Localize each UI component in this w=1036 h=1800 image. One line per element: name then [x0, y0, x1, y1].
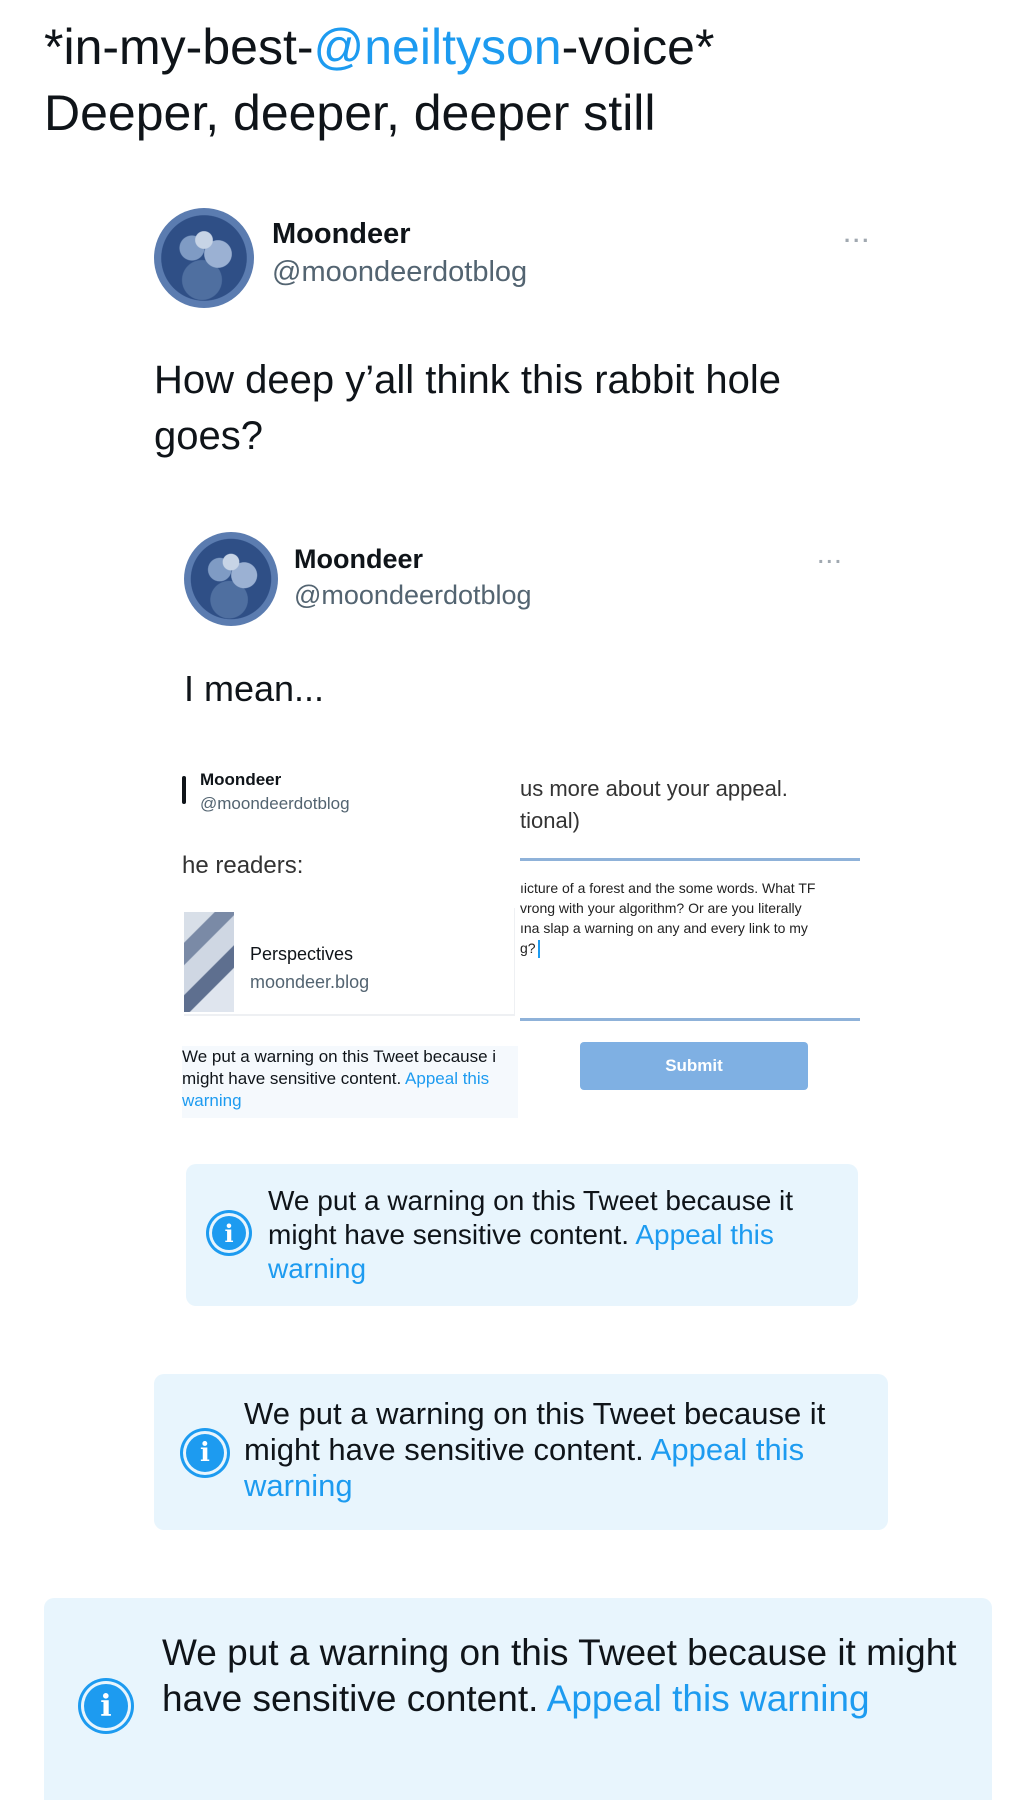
input-underline: [520, 858, 860, 861]
info-icon: i: [212, 1216, 246, 1250]
submit-button[interactable]: Submit: [580, 1042, 808, 1090]
tweet-author-name[interactable]: Moondeer: [272, 218, 411, 251]
appeal-prompt-line-1: us more about your appeal.: [520, 776, 788, 801]
card-domain: moondeer.blog: [250, 972, 370, 992]
tweet-text: How deep y’all think this rabbit hole go…: [154, 358, 782, 458]
readers-text: he readers:: [182, 852, 304, 879]
post-caption: *in-my-best-@neiltyson-voice* Deeper, de…: [44, 14, 1004, 146]
more-dots-icon[interactable]: ...: [818, 546, 844, 569]
appeal-prompt-line-2: tional): [520, 808, 580, 833]
more-dots-icon[interactable]: ...: [844, 222, 871, 248]
caption-line-2: Deeper, deeper, deeper still: [44, 85, 656, 141]
nested-screenshot: Moondeer @moondeerdotblog he readers: Pe…: [180, 760, 860, 1130]
appeal-input[interactable]: ıicture of a forest and the some words. …: [520, 878, 860, 959]
avatar[interactable]: [154, 208, 254, 308]
warning-notice: i We put a warning on this Tweet because…: [44, 1598, 992, 1800]
avatar[interactable]: [184, 532, 278, 626]
input-underline: [520, 1018, 860, 1021]
card-thumbnail: [184, 912, 234, 1012]
tweet-author-name[interactable]: Moondeer: [294, 544, 423, 575]
mention-link[interactable]: @neiltyson: [313, 19, 561, 75]
appeal-link[interactable]: Appeal this warning: [547, 1678, 870, 1719]
warning-text: We put a warning on this Tweet because i…: [244, 1396, 826, 1503]
card-title: Perspectives: [250, 944, 354, 964]
text-cursor: [537, 940, 540, 959]
info-icon: i: [186, 1434, 224, 1472]
link-card[interactable]: Perspectives moondeer.blog: [184, 908, 515, 1016]
tweet-author-handle[interactable]: @moondeerdotblog: [272, 256, 527, 289]
warning-notice: i We put a warning on this Tweet because…: [154, 1374, 888, 1530]
warning-text: We put a warning on this Tweet because i…: [162, 1632, 957, 1719]
info-icon: i: [84, 1684, 128, 1728]
warning-notice-small: We put a warning on this Tweet because i…: [182, 1046, 518, 1118]
avatar-edge: [182, 776, 186, 804]
tweet-text: I mean...: [184, 668, 325, 709]
warning-notice: i We put a warning on this Tweet because…: [186, 1164, 858, 1306]
tweet-author-handle: @moondeerdotblog: [200, 794, 350, 813]
tweet-author-handle[interactable]: @moondeerdotblog: [294, 580, 532, 611]
warning-text: We put a warning on this Tweet because i…: [268, 1185, 794, 1284]
caption-line-1: *in-my-best-@neiltyson-voice*: [44, 19, 715, 75]
tweet-author-name: Moondeer: [200, 770, 282, 789]
